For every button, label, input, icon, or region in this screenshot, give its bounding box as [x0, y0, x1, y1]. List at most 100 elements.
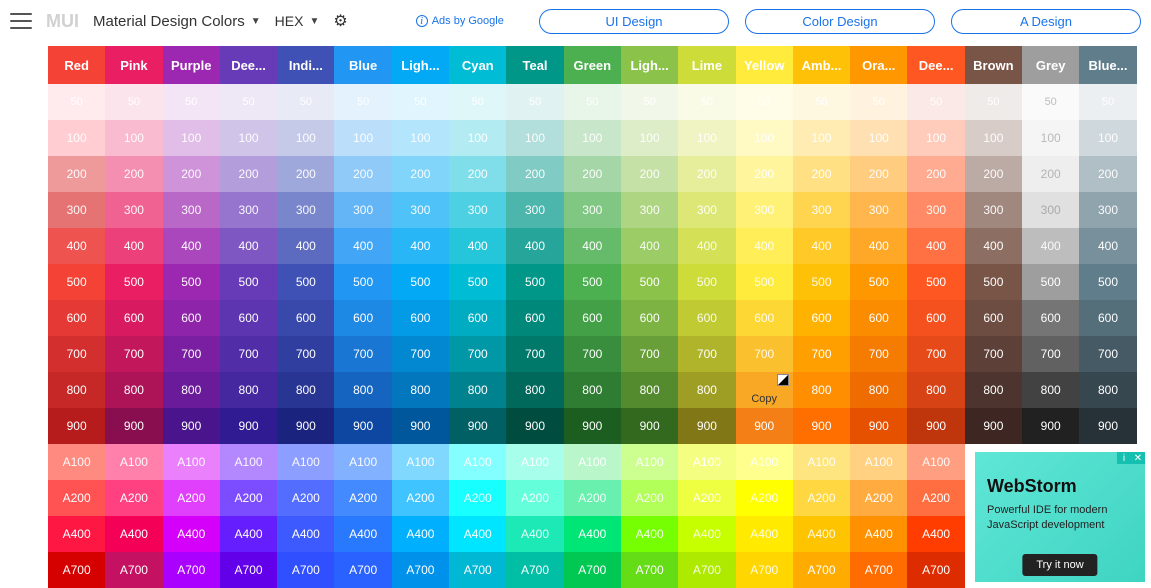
swatch-orange-50[interactable]: 50	[850, 84, 907, 120]
swatch-deeppurple-700[interactable]: 700	[220, 336, 277, 372]
swatch-blue-50[interactable]: 50	[334, 84, 391, 120]
swatch-amber-700[interactable]: 700	[793, 336, 850, 372]
swatch-green-A400[interactable]: A400	[564, 516, 621, 552]
swatch-deeppurple-500[interactable]: 500	[220, 264, 277, 300]
swatch-deeppurple-600[interactable]: 600	[220, 300, 277, 336]
swatch-amber-300[interactable]: 300	[793, 192, 850, 228]
swatch-bluegrey-300[interactable]: 300	[1079, 192, 1136, 228]
swatch-yellow-100[interactable]: 100	[736, 120, 793, 156]
swatch-purple-900[interactable]: 900	[163, 408, 220, 444]
swatch-purple-100[interactable]: 100	[163, 120, 220, 156]
hue-header-blue[interactable]: Blue	[334, 46, 391, 84]
swatch-green-800[interactable]: 800	[564, 372, 621, 408]
swatch-bluegrey-600[interactable]: 600	[1079, 300, 1136, 336]
swatch-indigo-700[interactable]: 700	[277, 336, 334, 372]
swatch-orange-700[interactable]: 700	[850, 336, 907, 372]
swatch-pink-900[interactable]: 900	[105, 408, 162, 444]
swatch-lime-A400[interactable]: A400	[678, 516, 735, 552]
swatch-amber-50[interactable]: 50	[793, 84, 850, 120]
swatch-deeporange-800[interactable]: 800	[907, 372, 964, 408]
swatch-purple-200[interactable]: 200	[163, 156, 220, 192]
swatch-orange-800[interactable]: 800	[850, 372, 907, 408]
swatch-deeppurple-100[interactable]: 100	[220, 120, 277, 156]
swatch-yellow-600[interactable]: 600	[736, 300, 793, 336]
swatch-blue-200[interactable]: 200	[334, 156, 391, 192]
swatch-purple-A700[interactable]: A700	[163, 552, 220, 588]
ad-info-icon[interactable]: i	[1117, 452, 1131, 464]
swatch-lime-800[interactable]: 800	[678, 372, 735, 408]
swatch-lightgreen-A400[interactable]: A400	[621, 516, 678, 552]
swatch-lightblue-A200[interactable]: A200	[392, 480, 449, 516]
swatch-pink-500[interactable]: 500	[105, 264, 162, 300]
hue-header-cyan[interactable]: Cyan	[449, 46, 506, 84]
swatch-blue-800[interactable]: 800	[334, 372, 391, 408]
gear-icon[interactable]: ⚙	[333, 11, 347, 31]
swatch-yellow-800[interactable]: Copy	[736, 372, 793, 408]
hue-header-purple[interactable]: Purple	[163, 46, 220, 84]
swatch-purple-50[interactable]: 50	[163, 84, 220, 120]
swatch-cyan-50[interactable]: 50	[449, 84, 506, 120]
swatch-brown-600[interactable]: 600	[965, 300, 1022, 336]
swatch-lime-100[interactable]: 100	[678, 120, 735, 156]
swatch-indigo-A100[interactable]: A100	[277, 444, 334, 480]
swatch-lightgreen-300[interactable]: 300	[621, 192, 678, 228]
swatch-purple-A100[interactable]: A100	[163, 444, 220, 480]
swatch-amber-A400[interactable]: A400	[793, 516, 850, 552]
swatch-green-50[interactable]: 50	[564, 84, 621, 120]
hue-header-orange[interactable]: Ora...	[850, 46, 907, 84]
ad-pill-0[interactable]: UI Design	[539, 9, 729, 34]
ad-pill-1[interactable]: Color Design	[745, 9, 935, 34]
swatch-bluegrey-900[interactable]: 900	[1079, 408, 1136, 444]
swatch-grey-500[interactable]: 500	[1022, 264, 1079, 300]
swatch-red-A400[interactable]: A400	[48, 516, 105, 552]
swatch-cyan-800[interactable]: 800	[449, 372, 506, 408]
swatch-amber-600[interactable]: 600	[793, 300, 850, 336]
swatch-orange-600[interactable]: 600	[850, 300, 907, 336]
hue-header-indigo[interactable]: Indi...	[277, 46, 334, 84]
swatch-grey-800[interactable]: 800	[1022, 372, 1079, 408]
swatch-bluegrey-800[interactable]: 800	[1079, 372, 1136, 408]
swatch-lime-600[interactable]: 600	[678, 300, 735, 336]
swatch-cyan-200[interactable]: 200	[449, 156, 506, 192]
swatch-cyan-300[interactable]: 300	[449, 192, 506, 228]
swatch-yellow-A200[interactable]: A200	[736, 480, 793, 516]
swatch-pink-100[interactable]: 100	[105, 120, 162, 156]
swatch-red-100[interactable]: 100	[48, 120, 105, 156]
swatch-deeporange-A200[interactable]: A200	[907, 480, 964, 516]
swatch-yellow-300[interactable]: 300	[736, 192, 793, 228]
swatch-bluegrey-200[interactable]: 200	[1079, 156, 1136, 192]
swatch-deeporange-100[interactable]: 100	[907, 120, 964, 156]
swatch-bluegrey-100[interactable]: 100	[1079, 120, 1136, 156]
swatch-pink-300[interactable]: 300	[105, 192, 162, 228]
swatch-green-700[interactable]: 700	[564, 336, 621, 372]
swatch-deeporange-A700[interactable]: A700	[907, 552, 964, 588]
hue-header-lime[interactable]: Lime	[678, 46, 735, 84]
swatch-teal-700[interactable]: 700	[506, 336, 563, 372]
swatch-indigo-400[interactable]: 400	[277, 228, 334, 264]
swatch-red-500[interactable]: 500	[48, 264, 105, 300]
swatch-blue-500[interactable]: 500	[334, 264, 391, 300]
swatch-purple-700[interactable]: 700	[163, 336, 220, 372]
swatch-deeporange-A400[interactable]: A400	[907, 516, 964, 552]
swatch-bluegrey-400[interactable]: 400	[1079, 228, 1136, 264]
swatch-deeporange-200[interactable]: 200	[907, 156, 964, 192]
swatch-indigo-800[interactable]: 800	[277, 372, 334, 408]
swatch-amber-900[interactable]: 900	[793, 408, 850, 444]
swatch-teal-200[interactable]: 200	[506, 156, 563, 192]
swatch-cyan-A200[interactable]: A200	[449, 480, 506, 516]
swatch-green-300[interactable]: 300	[564, 192, 621, 228]
swatch-lime-A700[interactable]: A700	[678, 552, 735, 588]
swatch-lightblue-300[interactable]: 300	[392, 192, 449, 228]
swatch-yellow-A100[interactable]: A100	[736, 444, 793, 480]
swatch-yellow-50[interactable]: 50	[736, 84, 793, 120]
swatch-orange-900[interactable]: 900	[850, 408, 907, 444]
swatch-purple-A400[interactable]: A400	[163, 516, 220, 552]
swatch-green-A200[interactable]: A200	[564, 480, 621, 516]
swatch-lightblue-A100[interactable]: A100	[392, 444, 449, 480]
swatch-deeppurple-400[interactable]: 400	[220, 228, 277, 264]
swatch-indigo-100[interactable]: 100	[277, 120, 334, 156]
swatch-lightgreen-A100[interactable]: A100	[621, 444, 678, 480]
swatch-lightblue-A700[interactable]: A700	[392, 552, 449, 588]
swatch-brown-900[interactable]: 900	[965, 408, 1022, 444]
ad-close-icon[interactable]: ✕	[1131, 452, 1145, 464]
